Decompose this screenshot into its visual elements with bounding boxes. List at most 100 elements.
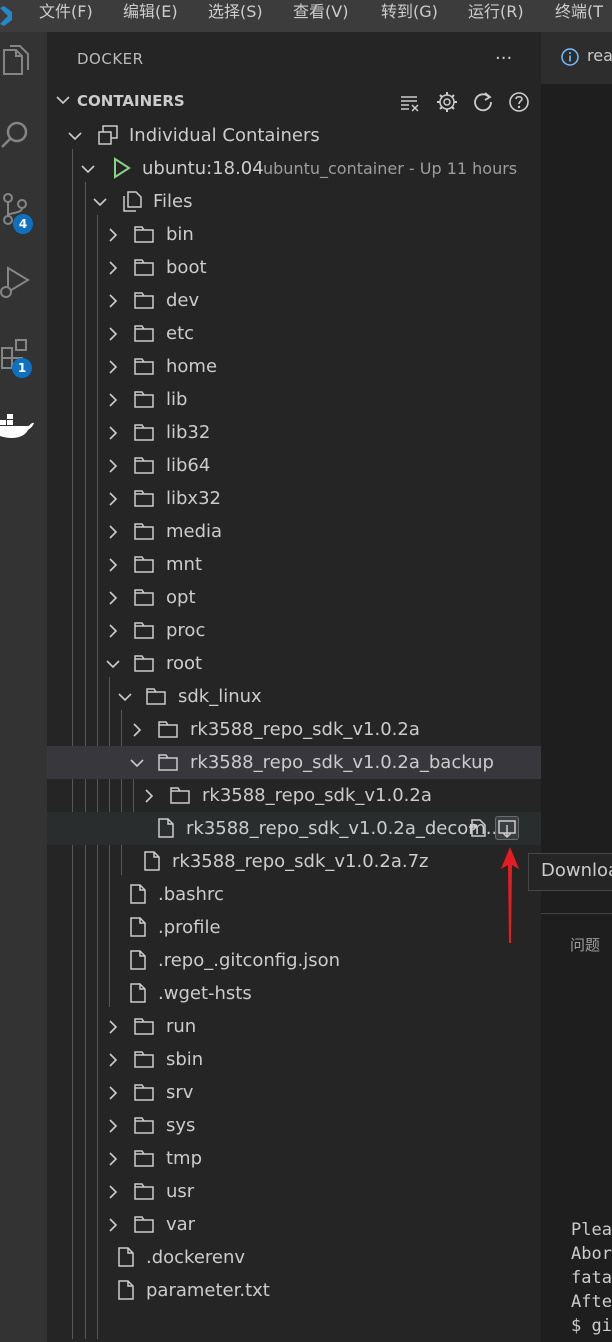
menu-selection[interactable]: 选择(S)	[208, 0, 263, 32]
tab-label: rea	[587, 46, 612, 65]
tree-folder-item[interactable]: home	[47, 350, 541, 383]
tree-item-label: lib	[166, 389, 188, 410]
tree-folder-item[interactable]: usr	[47, 1175, 541, 1208]
docker-sidebar: DOCKER ··· CONTAINERS Individual Contain…	[47, 32, 541, 1342]
tree-folder-item[interactable]: rk3588_repo_sdk_v1.0.2a_backup	[47, 746, 541, 779]
source-control-badge: 4	[13, 214, 33, 234]
menu-run[interactable]: 运行(R)	[468, 0, 524, 32]
files-icon	[123, 191, 142, 212]
containers-section-header[interactable]: CONTAINERS	[47, 90, 541, 114]
docker-icon[interactable]	[0, 406, 34, 446]
tree-folder-item[interactable]: dev	[47, 284, 541, 317]
tree-folder-item[interactable]: media	[47, 515, 541, 548]
panel-divider	[541, 913, 612, 914]
folder-icon	[158, 721, 178, 738]
menu-terminal[interactable]: 终端(T	[555, 0, 603, 32]
menu-edit[interactable]: 编辑(E)	[123, 0, 178, 32]
menu-file[interactable]: 文件(F)	[39, 0, 93, 32]
folder-icon	[146, 688, 166, 705]
search-icon[interactable]	[0, 116, 34, 156]
tree-folder-item[interactable]: rk3588_repo_sdk_v1.0.2a	[47, 779, 541, 812]
tree-file-item[interactable]: .profile	[47, 911, 541, 944]
tree-folder-item[interactable]: root	[47, 647, 541, 680]
tree-item-label: bin	[166, 224, 194, 245]
editor-tab[interactable]: rea	[541, 32, 612, 84]
tab-problems[interactable]: 问题	[570, 934, 600, 955]
vscode-logo-icon	[0, 6, 12, 26]
tree-folder-item[interactable]: lib	[47, 383, 541, 416]
tree-file-item[interactable]: rk3588_repo_sdk_v1.0.2a.7z	[47, 845, 541, 878]
chevron-right-icon	[109, 459, 118, 473]
help-icon[interactable]	[508, 91, 530, 113]
chevron-right-icon	[145, 789, 154, 803]
files-node[interactable]: Files	[47, 185, 541, 218]
tree-folder-item[interactable]: var	[47, 1208, 541, 1241]
running-play-icon	[114, 157, 131, 179]
tree-folder-item[interactable]: opt	[47, 581, 541, 614]
run-debug-icon[interactable]	[0, 262, 34, 302]
group-individual-containers[interactable]: Individual Containers	[47, 119, 541, 152]
tree-item-label: home	[166, 356, 218, 377]
explorer-icon[interactable]	[0, 44, 34, 84]
file-icon	[118, 1247, 134, 1267]
tree-file-item[interactable]: .bashrc	[47, 878, 541, 911]
tree-item-label: etc	[166, 323, 195, 344]
tree-item-label: boot	[166, 257, 207, 278]
tree-file-item[interactable]: parameter.txt	[47, 1274, 541, 1307]
gear-icon[interactable]	[436, 91, 458, 113]
tree-item-label: opt	[166, 587, 196, 608]
folder-icon	[134, 1216, 154, 1233]
tree-item-label: .bashrc	[158, 884, 224, 905]
tree-folder-item[interactable]: bin	[47, 218, 541, 251]
more-actions-icon[interactable]: ···	[495, 48, 512, 69]
chevron-right-icon	[109, 1119, 118, 1133]
tree-file-item[interactable]: rk3588_repo_sdk_v1.0.2a_decom...	[47, 812, 541, 845]
tree-item-label: proc	[166, 620, 206, 641]
folder-icon	[134, 1051, 154, 1068]
menu-go[interactable]: 转到(G)	[381, 0, 438, 32]
tree-item-label: rk3588_repo_sdk_v1.0.2a_decom...	[186, 818, 503, 839]
chevron-down-icon	[56, 96, 70, 105]
tree-folder-item[interactable]: lib64	[47, 449, 541, 482]
tree-folder-item[interactable]: sys	[47, 1109, 541, 1142]
tree-folder-item[interactable]: srv	[47, 1076, 541, 1109]
group-label: Individual Containers	[129, 125, 320, 146]
extensions-badge: 1	[12, 358, 32, 378]
file-icon	[130, 950, 146, 970]
tree-folder-item[interactable]: boot	[47, 251, 541, 284]
tree-file-item[interactable]: .dockerenv	[47, 1241, 541, 1274]
chevron-down-icon	[106, 660, 120, 669]
tree-file-item[interactable]: .wget-hsts	[47, 977, 541, 1010]
tree-folder-item[interactable]: mnt	[47, 548, 541, 581]
refresh-icon[interactable]	[472, 91, 494, 113]
tree-folder-item[interactable]: sbin	[47, 1043, 541, 1076]
container-item[interactable]: ubuntu:18.04 ubuntu_container - Up 11 ho…	[47, 152, 541, 185]
folder-icon	[134, 655, 154, 672]
folder-icon	[134, 325, 154, 342]
tree-folder-item[interactable]: libx32	[47, 482, 541, 515]
chevron-right-icon	[109, 1218, 118, 1232]
tree-folder-item[interactable]: tmp	[47, 1142, 541, 1175]
tree-folder-item[interactable]: lib32	[47, 416, 541, 449]
menu-view[interactable]: 查看(V)	[293, 0, 348, 32]
tree-folder-item[interactable]: rk3588_repo_sdk_v1.0.2a	[47, 713, 541, 746]
chevron-down-icon	[81, 165, 95, 174]
download-icon[interactable]	[495, 816, 519, 840]
tree-item-label: .profile	[158, 917, 221, 938]
chevron-right-icon	[109, 1086, 118, 1100]
tree-folder-item[interactable]: proc	[47, 614, 541, 647]
open-file-icon[interactable]	[467, 817, 489, 839]
section-title: CONTAINERS	[77, 92, 185, 110]
menu-bar: 文件(F) 编辑(E) 选择(S) 查看(V) 转到(G) 运行(R) 终端(T	[0, 0, 612, 32]
chevron-right-icon	[109, 558, 118, 572]
tree-folder-item[interactable]: etc	[47, 317, 541, 350]
folder-icon	[158, 754, 178, 771]
folder-icon	[134, 556, 154, 573]
tree-item-label: rk3588_repo_sdk_v1.0.2a.7z	[172, 851, 429, 872]
tree-folder-item[interactable]: sdk_linux	[47, 680, 541, 713]
tree-file-item[interactable]: .repo_.gitconfig.json	[47, 944, 541, 977]
folder-icon	[134, 358, 154, 375]
clear-list-icon[interactable]	[399, 92, 421, 114]
tree-folder-item[interactable]: run	[47, 1010, 541, 1043]
tree-item-label: .wget-hsts	[158, 983, 252, 1004]
